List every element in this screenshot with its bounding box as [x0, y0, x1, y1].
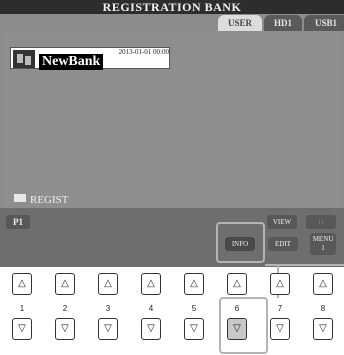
info-callout-box	[216, 222, 265, 263]
tab-hd1[interactable]: HD1	[264, 15, 302, 31]
down-button-5[interactable]: ▽	[184, 318, 204, 340]
screen-title: REGISTRATION BANK	[102, 0, 242, 14]
registration-bank-icon	[13, 50, 35, 68]
up-button-6[interactable]: △	[227, 273, 247, 295]
down-button-1[interactable]: ▽	[12, 318, 32, 340]
menu-number: 1	[321, 244, 325, 252]
down-button-4[interactable]: ▽	[141, 318, 161, 340]
scroll-arrow-button[interactable]: ↑↓	[306, 215, 336, 229]
down-button-3[interactable]: ▽	[98, 318, 118, 340]
bank-name: NewBank	[39, 54, 104, 70]
button-number-6: 6	[234, 304, 240, 313]
button-number-7: 7	[277, 304, 283, 313]
up-button-8[interactable]: △	[313, 273, 333, 295]
menu-label: MENU	[312, 235, 334, 243]
button-number-8: 8	[320, 304, 326, 313]
button-number-4: 4	[148, 304, 154, 313]
up-button-5[interactable]: △	[184, 273, 204, 295]
tab-user[interactable]: USER	[218, 15, 262, 31]
down-button-6[interactable]: ▽	[227, 318, 247, 340]
page-button-p1[interactable]: P1	[6, 215, 30, 229]
menu-button[interactable]: MENU 1	[310, 233, 336, 255]
up-button-1[interactable]: △	[12, 273, 32, 295]
view-button[interactable]: VIEW	[267, 215, 297, 229]
title-bar: REGISTRATION BANK	[0, 0, 344, 14]
edit-button[interactable]: EDIT	[268, 237, 298, 251]
bank-file-item[interactable]: 2013-01-01 00:00 NewBank	[10, 47, 170, 70]
button-number-1: 1	[19, 304, 25, 313]
up-button-7[interactable]: △	[270, 273, 290, 295]
folder-icon	[14, 194, 26, 202]
lcd-screen: REGISTRATION BANK USER HD1 USB1 2013-01-…	[0, 0, 344, 267]
folder-path: REGIST	[14, 194, 69, 206]
folder-label: REGIST	[30, 194, 69, 206]
up-button-4[interactable]: △	[141, 273, 161, 295]
down-button-2[interactable]: ▽	[55, 318, 75, 340]
tab-usb1[interactable]: USB1	[304, 15, 344, 31]
button-number-5: 5	[191, 304, 197, 313]
down-button-7[interactable]: ▽	[270, 318, 290, 340]
button-number-3: 3	[105, 304, 111, 313]
down-button-8[interactable]: ▽	[313, 318, 333, 340]
button-number-2: 2	[62, 304, 68, 313]
up-button-2[interactable]: △	[55, 273, 75, 295]
up-button-3[interactable]: △	[98, 273, 118, 295]
